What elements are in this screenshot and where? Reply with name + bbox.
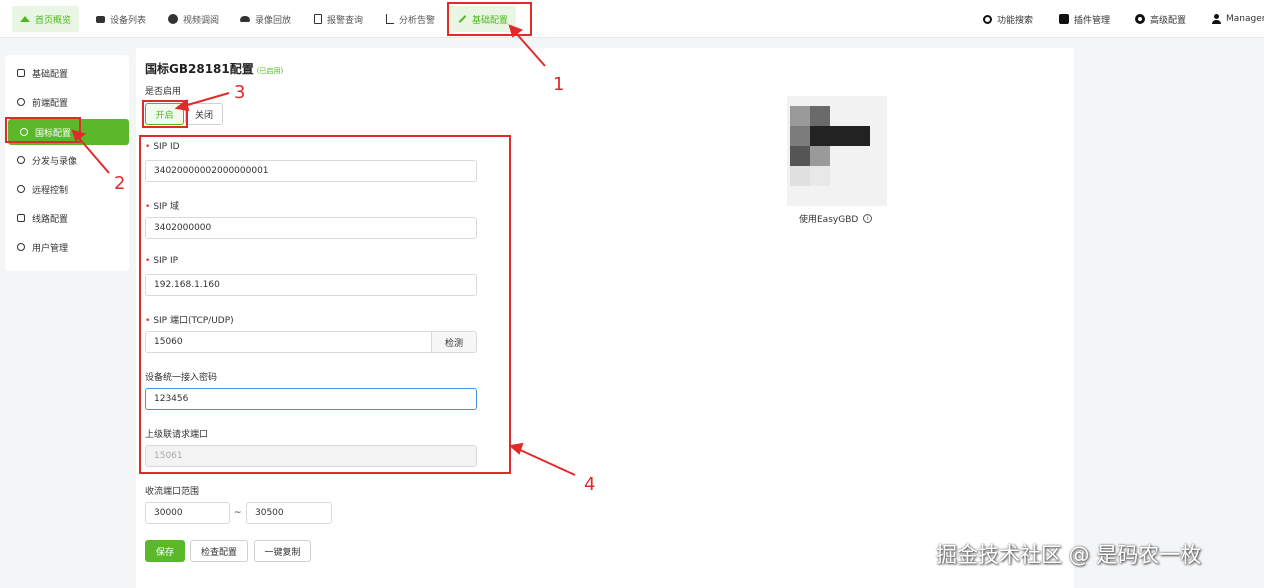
sidebar-item-label: 前端配置	[32, 98, 69, 109]
nav-item-label: 设备列表	[110, 15, 147, 26]
nav-item-alarm[interactable]: 报警查询	[306, 6, 371, 32]
play-icon	[168, 14, 178, 24]
nav-item-label: 首页概览	[35, 15, 72, 26]
users-icon	[17, 243, 25, 251]
annotation-box-3	[142, 100, 188, 128]
info-icon[interactable]: i	[863, 214, 873, 223]
document-icon	[314, 14, 322, 24]
nav-item-label: 报警查询	[327, 15, 364, 26]
nav-item-label: 录像回放	[255, 15, 292, 26]
stream-range-from-input[interactable]: 30000	[145, 502, 230, 524]
annotation-box-4	[139, 135, 511, 474]
page-title-text: 国标GB28181配置	[145, 62, 254, 76]
user-menu[interactable]: Manager	[1211, 12, 1264, 26]
qr-code	[787, 96, 887, 206]
qr-caption-text: 使用EasyGBD	[799, 215, 859, 225]
nav-item-playback[interactable]: 录像回放	[232, 6, 299, 32]
save-button[interactable]: 保存	[145, 540, 185, 562]
cloud-icon	[240, 16, 250, 22]
globe-icon	[17, 98, 25, 106]
watermark: 掘金技术社区 @ 是码农一枚	[936, 543, 1202, 567]
annotation-number-4: 4	[584, 474, 596, 495]
feature-search-button[interactable]: 功能搜索	[983, 12, 1033, 26]
user-icon	[1211, 14, 1221, 24]
annotation-number-3: 3	[234, 82, 246, 103]
sidebar-item-remote[interactable]: 远程控制	[5, 176, 129, 202]
stream-range-to-input[interactable]: 30500	[246, 502, 332, 524]
feature-search-label: 功能搜索	[997, 15, 1034, 26]
sidebar-item-label: 用户管理	[32, 243, 69, 254]
advanced-config-label: 高级配置	[1150, 15, 1187, 26]
list-icon	[17, 69, 25, 77]
check-config-button[interactable]: 检查配置	[190, 540, 248, 562]
nav-item-devices[interactable]: 设备列表	[88, 6, 154, 32]
nav-item-video[interactable]: 视频调阅	[160, 6, 227, 32]
qr-caption: 使用EasyGBD i	[799, 212, 873, 225]
puzzle-icon	[1059, 14, 1069, 24]
nav-item-home[interactable]: 首页概览	[12, 6, 80, 32]
sidebar: 基础配置 前端配置 国标配置 分发与录像 远程控制 线路配置 用户管理	[5, 55, 129, 271]
sidebar-item-users[interactable]: 用户管理	[5, 234, 129, 260]
chart-icon	[386, 14, 394, 24]
enable-off-button[interactable]: 关闭	[185, 103, 223, 125]
sidebar-item-basic[interactable]: 基础配置	[5, 60, 129, 86]
enable-label: 是否启用	[145, 87, 182, 97]
nav-item-label: 视频调阅	[183, 15, 220, 26]
route-icon	[17, 214, 25, 222]
plugin-manage-button[interactable]: 插件管理	[1059, 12, 1110, 26]
stream-range-label: 收流端口范围	[145, 487, 200, 497]
sidebar-item-label: 基础配置	[32, 69, 69, 80]
sidebar-item-label: 线路配置	[32, 214, 69, 225]
annotation-number-2: 2	[114, 173, 126, 194]
sidebar-item-label: 远程控制	[32, 185, 69, 196]
home-icon	[20, 16, 30, 22]
annotation-number-1: 1	[553, 74, 565, 95]
nav-item-label: 分析告警	[399, 15, 436, 26]
gear-icon	[1135, 14, 1145, 24]
sidebar-item-route[interactable]: 线路配置	[5, 205, 129, 231]
annotation-box-1	[447, 2, 532, 36]
copy-button[interactable]: 一键复制	[254, 540, 311, 562]
search-icon	[983, 14, 992, 24]
plugin-manage-label: 插件管理	[1074, 15, 1111, 26]
link-icon	[17, 156, 25, 164]
range-separator: ~	[234, 508, 242, 518]
sidebar-item-distribution[interactable]: 分发与录像	[5, 147, 129, 173]
top-navbar: 首页概览 设备列表 视频调阅 录像回放 报警查询 分析告警 基础配置 功能搜索 …	[0, 0, 1264, 38]
sidebar-item-frontend[interactable]: 前端配置	[5, 89, 129, 115]
advanced-config-button[interactable]: 高级配置	[1135, 12, 1186, 26]
sidebar-item-label: 分发与录像	[32, 156, 78, 167]
annotation-box-2	[5, 117, 81, 143]
remote-icon	[17, 185, 25, 193]
nav-item-analysis[interactable]: 分析告警	[378, 6, 443, 32]
camera-icon	[96, 15, 105, 23]
enabled-tag: (已启用)	[256, 67, 284, 75]
page-title: 国标GB28181配置 (已启用)	[145, 60, 283, 77]
user-name: Manager	[1226, 14, 1264, 24]
